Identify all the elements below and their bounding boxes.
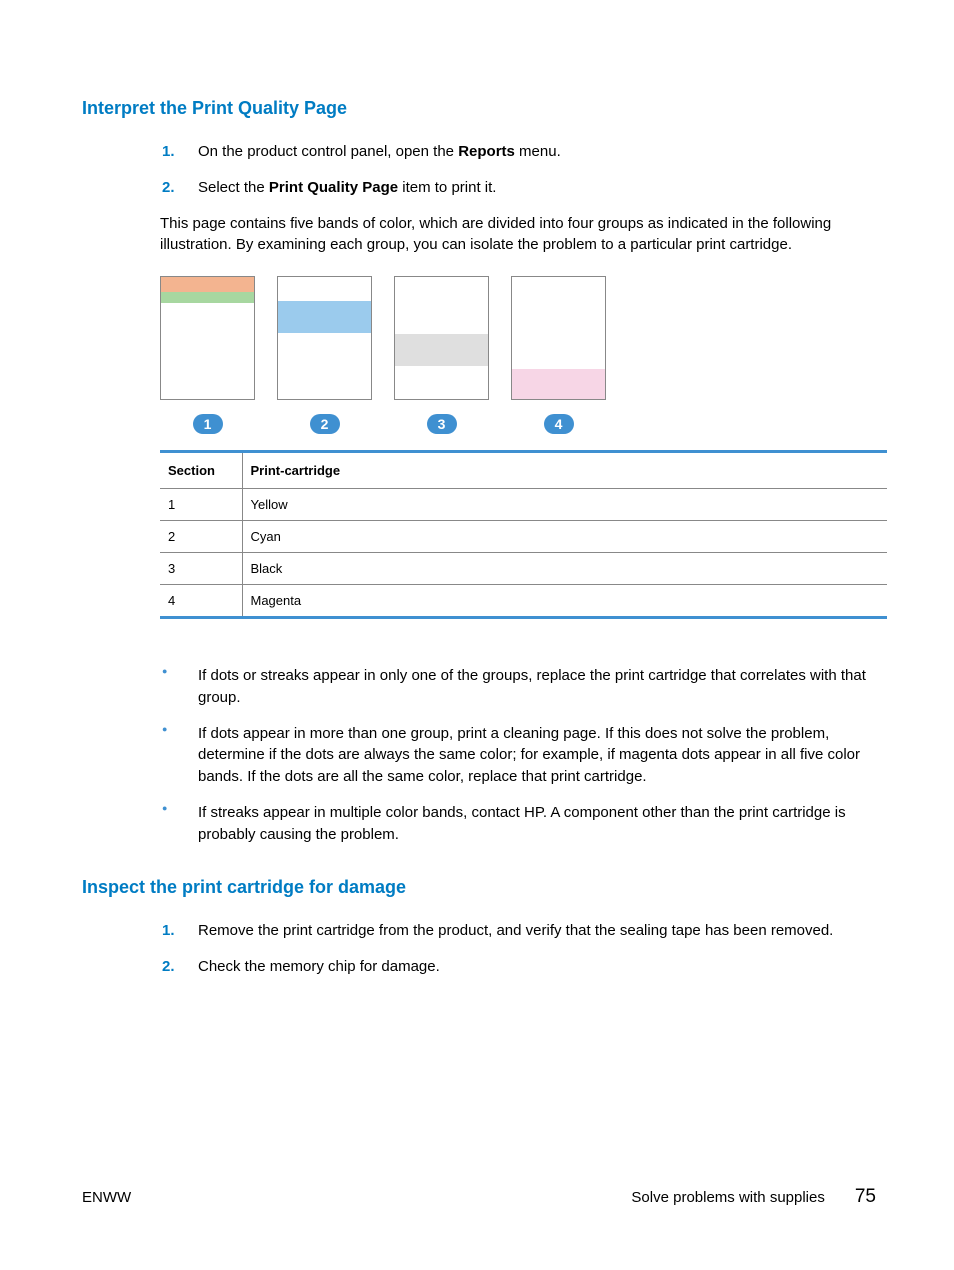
cell-cartridge: Cyan — [242, 521, 887, 553]
table-header-row: Section Print-cartridge — [160, 452, 887, 489]
th-section: Section — [160, 452, 242, 489]
cell-section: 2 — [160, 521, 242, 553]
step-item: 2. Check the memory chip for damage. — [162, 956, 876, 978]
footer-section-title: Solve problems with supplies — [631, 1189, 824, 1206]
bullet-item: If dots or streaks appear in only one of… — [162, 665, 876, 709]
table-row: 1 Yellow — [160, 489, 887, 521]
steps-list-1: 1. On the product control panel, open th… — [82, 141, 876, 199]
table-row: 3 Black — [160, 553, 887, 585]
band-orange — [161, 277, 254, 292]
cell-cartridge: Magenta — [242, 585, 887, 618]
band-pink — [512, 369, 605, 399]
group-4: 4 — [511, 276, 606, 434]
group-3: 3 — [394, 276, 489, 434]
table-row: 4 Magenta — [160, 585, 887, 618]
page-number: 75 — [855, 1186, 876, 1208]
step-item: 1. On the product control panel, open th… — [162, 141, 876, 163]
heading-interpret: Interpret the Print Quality Page — [82, 98, 876, 119]
color-bands-illustration: 1 2 3 4 — [82, 276, 876, 434]
band-green — [161, 292, 254, 303]
page-footer: ENWW Solve problems with supplies 75 — [82, 1186, 876, 1208]
step-item: 2. Select the Print Quality Page item to… — [162, 177, 876, 199]
badge-1: 1 — [193, 414, 223, 434]
step-number: 1. — [162, 141, 175, 163]
step-text: On the product control panel, open the R… — [198, 143, 561, 160]
step-text: Select the Print Quality Page item to pr… — [198, 179, 496, 196]
badge-4: 4 — [544, 414, 574, 434]
step-text: Check the memory chip for damage. — [198, 958, 440, 975]
cell-cartridge: Black — [242, 553, 887, 585]
bullet-item: If streaks appear in multiple color band… — [162, 802, 876, 846]
troubleshooting-bullets: If dots or streaks appear in only one of… — [82, 665, 876, 845]
step-number: 1. — [162, 920, 175, 942]
bullet-item: If dots appear in more than one group, p… — [162, 723, 876, 788]
band-grey — [395, 334, 488, 366]
badge-2: 2 — [310, 414, 340, 434]
steps-list-2: 1. Remove the print cartridge from the p… — [82, 920, 876, 978]
cell-cartridge: Yellow — [242, 489, 887, 521]
cell-section: 1 — [160, 489, 242, 521]
table-row: 2 Cyan — [160, 521, 887, 553]
cell-section: 4 — [160, 585, 242, 618]
step-number: 2. — [162, 177, 175, 199]
group-1: 1 — [160, 276, 255, 434]
step-text: Remove the print cartridge from the prod… — [198, 922, 833, 939]
card-3 — [394, 276, 489, 400]
card-2 — [277, 276, 372, 400]
step-number: 2. — [162, 956, 175, 978]
badge-3: 3 — [427, 414, 457, 434]
card-4 — [511, 276, 606, 400]
group-2: 2 — [277, 276, 372, 434]
th-cartridge: Print-cartridge — [242, 452, 887, 489]
cartridge-table: Section Print-cartridge 1 Yellow 2 Cyan … — [160, 450, 887, 619]
step-item: 1. Remove the print cartridge from the p… — [162, 920, 876, 942]
card-1 — [160, 276, 255, 400]
band-cyan — [278, 301, 371, 333]
heading-inspect: Inspect the print cartridge for damage — [82, 877, 876, 898]
cell-section: 3 — [160, 553, 242, 585]
intro-paragraph: This page contains five bands of color, … — [82, 213, 876, 257]
footer-left: ENWW — [82, 1189, 131, 1206]
